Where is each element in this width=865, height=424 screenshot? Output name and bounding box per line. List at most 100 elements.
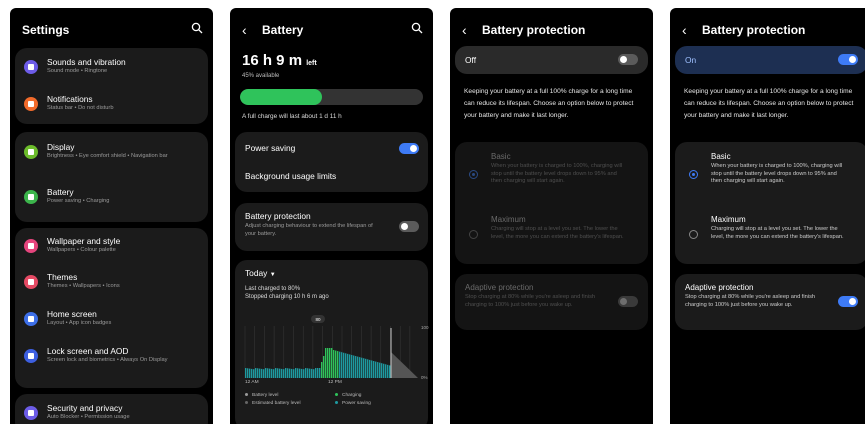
item-label: Themes <box>47 272 78 282</box>
chart-bar <box>247 368 249 378</box>
chart-bar <box>327 348 329 378</box>
adaptive-toggle[interactable] <box>618 296 638 307</box>
chart-bar <box>355 356 357 378</box>
chevron-down-icon: ▼ <box>269 272 276 278</box>
home-icon <box>24 312 38 326</box>
basic-radio[interactable] <box>689 170 698 179</box>
chart-bar <box>287 368 289 378</box>
chart-bar <box>315 368 317 378</box>
master-switch-label: On <box>685 55 697 65</box>
page-title: Battery protection <box>702 23 806 37</box>
item-label: Home screen <box>47 309 97 319</box>
settings-item-notifications[interactable]: Notifications Status bar • Do not distur… <box>15 91 208 121</box>
settings-item-display[interactable]: Display Brightness • Eye comfort shield … <box>15 139 208 179</box>
item-label: Sounds and vibration <box>47 57 126 67</box>
chart-bar <box>383 363 385 378</box>
settings-item-sounds[interactable]: Sounds and vibration Sound mode • Ringto… <box>15 54 208 84</box>
protection-toggle[interactable] <box>399 221 419 232</box>
chart-bar <box>381 363 383 378</box>
chart-bar <box>357 356 359 378</box>
chart-bar <box>389 365 391 378</box>
chart-bar <box>271 368 273 378</box>
back-arrow-icon[interactable]: ‹ <box>682 23 692 37</box>
chart-bar <box>309 368 311 378</box>
chart-bar <box>297 368 299 378</box>
adaptive-group[interactable]: Adaptive protection Stop charging at 80%… <box>675 274 865 330</box>
power-saving-row[interactable]: Power saving <box>235 135 428 161</box>
chart-bar <box>359 357 361 378</box>
search-icon[interactable] <box>411 22 423 34</box>
settings-item-themes[interactable]: Themes Themes • Wallpapers • Icons <box>15 269 208 299</box>
chart-bar <box>353 355 355 378</box>
maximum-title: Maximum <box>711 215 746 224</box>
protection-label: Battery protection <box>245 211 311 221</box>
chart-bar <box>281 368 283 378</box>
master-switch-label: Off <box>465 55 477 65</box>
settings-item-battery[interactable]: Battery Power saving • Charging <box>15 184 208 214</box>
master-switch-bar[interactable]: On <box>675 46 865 74</box>
chart-bar <box>291 368 293 378</box>
chart-bar <box>255 368 257 378</box>
chart-bar <box>293 369 295 378</box>
adaptive-group[interactable]: Adaptive protection Stop charging at 80%… <box>455 274 648 330</box>
settings-item-lock-screen[interactable]: Lock screen and AOD Screen lock and biom… <box>15 343 208 383</box>
chart-bar <box>313 369 315 378</box>
back-arrow-icon[interactable]: ‹ <box>462 23 472 37</box>
battery-level-fill <box>240 89 323 105</box>
maximum-radio[interactable] <box>469 230 478 239</box>
back-arrow-icon[interactable]: ‹ <box>242 23 252 37</box>
item-sub: Power saving • Charging <box>47 198 110 204</box>
chart-bar <box>339 351 341 378</box>
master-switch-bar[interactable]: Off <box>455 46 648 74</box>
chart-bar <box>347 353 349 378</box>
battery-level-bar <box>240 89 423 105</box>
settings-group-security: Security and privacy Auto Blocker • Perm… <box>15 394 208 424</box>
maximum-radio[interactable] <box>689 230 698 239</box>
master-toggle[interactable] <box>838 54 858 65</box>
chart-bar <box>245 368 247 378</box>
today-dropdown[interactable]: Today ▼ <box>245 268 276 278</box>
charge-badge-text: 80 <box>315 317 321 322</box>
adaptive-toggle[interactable] <box>838 296 858 307</box>
chart-bar <box>363 358 365 378</box>
chart-bar <box>331 348 333 378</box>
chart-bar <box>283 369 285 378</box>
chart-bar <box>349 354 351 378</box>
chart-bar <box>301 368 303 378</box>
chart-bar <box>343 352 345 378</box>
item-label: Display <box>47 142 75 152</box>
basic-sub: When your battery is charged to 100%, ch… <box>711 163 843 184</box>
basic-sub: When your battery is charged to 100%, ch… <box>491 163 623 184</box>
search-icon[interactable] <box>191 22 203 34</box>
item-sub: Sound mode • Ringtone <box>47 68 108 74</box>
power-saving-label: Power saving <box>245 143 296 153</box>
chart-bar <box>345 353 347 378</box>
power-saving-toggle[interactable] <box>399 143 419 154</box>
chart-bar <box>289 368 291 378</box>
settings-item-security[interactable]: Security and privacy Auto Blocker • Perm… <box>15 400 208 424</box>
protection-group[interactable]: Battery protection Adjust charging behav… <box>235 203 428 251</box>
lock-icon <box>24 349 38 363</box>
time-remaining: 16 h 9 m left <box>242 52 317 69</box>
item-sub: Screen lock and biometrics • Always On D… <box>47 357 168 363</box>
legend-charging: Charging <box>335 393 361 398</box>
battery-usage-chart: 80 100 0% <box>244 315 429 380</box>
x-label-12pm: 12 PM <box>328 380 342 385</box>
settings-item-wallpaper[interactable]: Wallpaper and style Wallpapers • Colour … <box>15 233 208 263</box>
chart-bar <box>279 368 281 378</box>
master-toggle[interactable] <box>618 54 638 65</box>
chart-bar <box>385 364 387 378</box>
settings-item-home-screen[interactable]: Home screen Layout • App icon badges <box>15 306 208 336</box>
chart-bar <box>373 361 375 378</box>
battery-available: 45% available <box>242 73 280 79</box>
chart-bars <box>245 348 391 378</box>
background-limits-row[interactable]: Background usage limits <box>235 163 428 189</box>
full-charge-estimate: A full charge will last about 1 d 11 h <box>242 113 342 120</box>
protection-description: Keeping your battery at a full 100% char… <box>684 88 854 120</box>
chart-bar <box>379 362 381 378</box>
adaptive-sub: Stop charging at 80% while you're asleep… <box>685 294 816 308</box>
protection-off-screen: ‹ Battery protection Off Keeping your ba… <box>450 8 653 424</box>
chart-bar <box>251 368 253 378</box>
basic-radio[interactable] <box>469 170 478 179</box>
item-label: Battery <box>47 187 74 197</box>
